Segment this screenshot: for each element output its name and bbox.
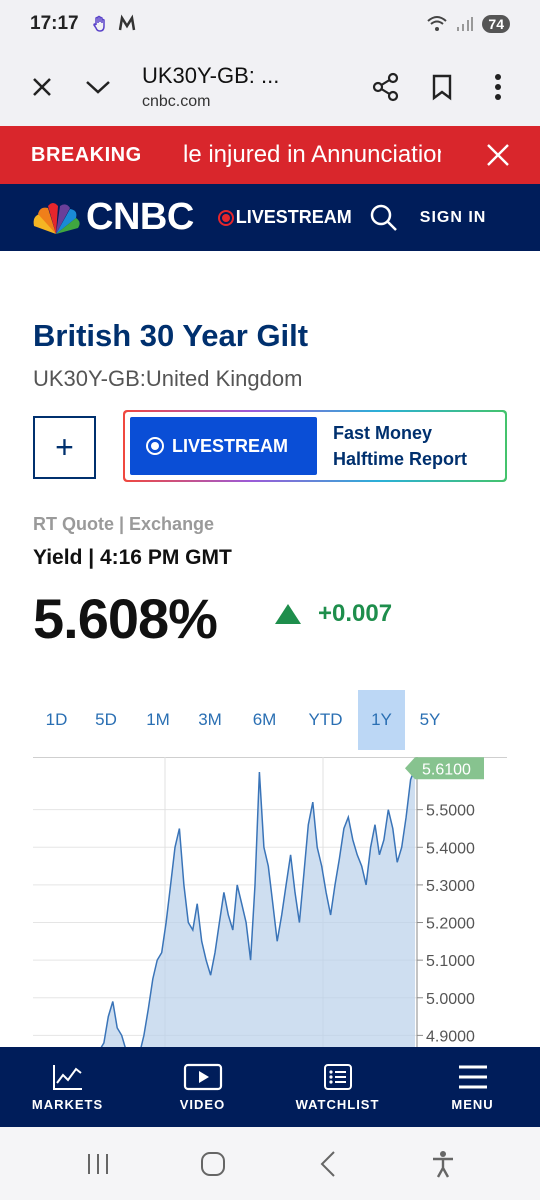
expand-button[interactable] xyxy=(70,59,126,115)
close-icon xyxy=(487,144,509,166)
price-chart[interactable]: 5.5000 5.4000 5.3000 5.2000 5.1000 5.0000 4.90… xyxy=(33,757,540,1047)
y-tick-label: 5.5000 xyxy=(426,803,475,820)
bookmark-icon xyxy=(432,74,452,101)
more-vertical-icon xyxy=(495,74,501,100)
y-tick-label: 5.0000 xyxy=(426,991,475,1008)
hand-icon xyxy=(92,15,105,32)
status-time: 17:17 xyxy=(30,13,79,34)
close-tab-button[interactable] xyxy=(14,59,70,115)
y-tick-label: 5.3000 xyxy=(426,878,475,895)
breaking-headline[interactable]: le injured in Annunciation xyxy=(183,141,441,169)
quote-title: British 30 Year Gilt xyxy=(33,318,309,353)
site-header: CNBC LIVESTREAM SIGN IN xyxy=(0,184,540,251)
nav-label: WATCHLIST xyxy=(295,1096,380,1112)
y-tick-label: 5.2000 xyxy=(426,916,475,933)
tab-1m[interactable]: 1M xyxy=(132,690,184,750)
page-host: cnbc.com xyxy=(142,93,211,110)
add-to-watchlist-button[interactable]: + xyxy=(33,416,96,479)
signal-icon xyxy=(457,17,474,31)
arrow-up-icon xyxy=(275,604,301,624)
browser-toolbar: UK30Y-GB: ... cnbc.com xyxy=(0,48,540,126)
recent-apps-icon xyxy=(87,1153,108,1174)
recent-apps-button[interactable] xyxy=(68,1139,128,1189)
tab-5d[interactable]: 5D xyxy=(80,690,132,750)
livestream-button[interactable]: LIVESTREAM xyxy=(130,417,317,475)
hamburger-menu-icon xyxy=(458,1065,487,1088)
cnbc-logo[interactable]: CNBC xyxy=(30,196,194,239)
peacock-icon xyxy=(33,202,80,234)
chart-line-icon xyxy=(52,1064,82,1090)
more-options-button[interactable] xyxy=(470,59,526,115)
breaking-label: BREAKING xyxy=(31,143,142,166)
y-tick-label: 5.4000 xyxy=(426,840,475,857)
nav-menu[interactable]: MENU xyxy=(405,1047,540,1127)
change-value: +0.007 xyxy=(318,600,393,627)
breaking-close-button[interactable] xyxy=(482,139,514,171)
cnbc-wordmark: CNBC xyxy=(86,196,194,238)
system-navigation xyxy=(0,1127,540,1200)
livestream-label: LIVESTREAM xyxy=(235,207,352,227)
tab-1d[interactable]: 1D xyxy=(33,690,80,750)
quote-subtitle: UK30Y-GB:United Kingdom xyxy=(33,366,303,391)
search-icon xyxy=(370,204,397,231)
notification-icons xyxy=(91,14,137,34)
close-icon xyxy=(33,78,51,96)
show-name: Halftime Report xyxy=(333,449,468,469)
nav-video[interactable]: VIDEO xyxy=(135,1047,270,1127)
battery-indicator: 74 xyxy=(482,15,510,33)
m-logo-icon xyxy=(118,14,135,31)
nav-label: MENU xyxy=(451,1096,494,1112)
search-button[interactable] xyxy=(368,202,400,234)
tab-6m[interactable]: 6M xyxy=(236,690,293,750)
video-play-icon xyxy=(183,1063,222,1090)
accessibility-icon xyxy=(432,1150,453,1178)
y-tick-label: 5.1000 xyxy=(426,953,475,970)
chart-range-tabs: 1D 5D 1M 3M 6M YTD 1Y 5Y xyxy=(33,690,507,750)
show-name: Fast Money xyxy=(333,423,433,443)
yield-line: Yield | 4:16 PM GMT xyxy=(33,546,232,569)
watchlist-icon xyxy=(323,1063,352,1090)
price-change: +0.007 xyxy=(274,600,392,628)
breaking-news-banner[interactable]: BREAKING le injured in Annunciation xyxy=(0,126,540,184)
page-title: UK30Y-GB: ... xyxy=(142,63,280,88)
sign-in-link[interactable]: SIGN IN xyxy=(420,209,487,227)
livestream-card: LIVESTREAM Fast Money Halftime Report xyxy=(123,410,507,482)
url-block[interactable]: UK30Y-GB: ... cnbc.com xyxy=(142,63,358,111)
share-button[interactable] xyxy=(358,59,414,115)
live-dot-icon xyxy=(217,209,234,226)
bookmark-button[interactable] xyxy=(414,59,470,115)
nav-markets[interactable]: MARKETS xyxy=(0,1047,135,1127)
nav-label: MARKETS xyxy=(31,1096,104,1112)
nav-watchlist[interactable]: WATCHLIST xyxy=(270,1047,405,1127)
home-button[interactable] xyxy=(183,1139,243,1189)
share-icon xyxy=(372,72,399,102)
live-shows[interactable]: Fast Money Halftime Report xyxy=(333,420,467,472)
livestream-button-label: LIVESTREAM xyxy=(172,435,289,456)
y-tick-label: 4.9000 xyxy=(426,1028,475,1045)
nav-label: VIDEO xyxy=(179,1096,226,1112)
wifi-icon xyxy=(427,16,448,31)
tab-3m[interactable]: 3M xyxy=(184,690,236,750)
chevron-down-icon xyxy=(86,81,110,94)
rt-quote-line: RT Quote | Exchange xyxy=(33,514,215,534)
current-value-label: 5.6100 xyxy=(422,761,471,778)
back-icon xyxy=(320,1150,335,1177)
status-bar: 17:17 74 xyxy=(0,0,540,48)
bottom-navigation: MARKETS VIDEO WATCHLIST MENU xyxy=(0,1047,540,1127)
home-icon xyxy=(200,1151,225,1176)
back-button[interactable] xyxy=(298,1139,358,1189)
live-radio-icon xyxy=(146,437,164,455)
tab-5y[interactable]: 5Y xyxy=(405,690,455,750)
tab-1y[interactable]: 1Y xyxy=(358,690,405,750)
tab-ytd[interactable]: YTD xyxy=(293,690,358,750)
price-value: 5.608% xyxy=(33,587,218,650)
accessibility-button[interactable] xyxy=(413,1139,473,1189)
livestream-link[interactable]: LIVESTREAM xyxy=(217,207,352,228)
